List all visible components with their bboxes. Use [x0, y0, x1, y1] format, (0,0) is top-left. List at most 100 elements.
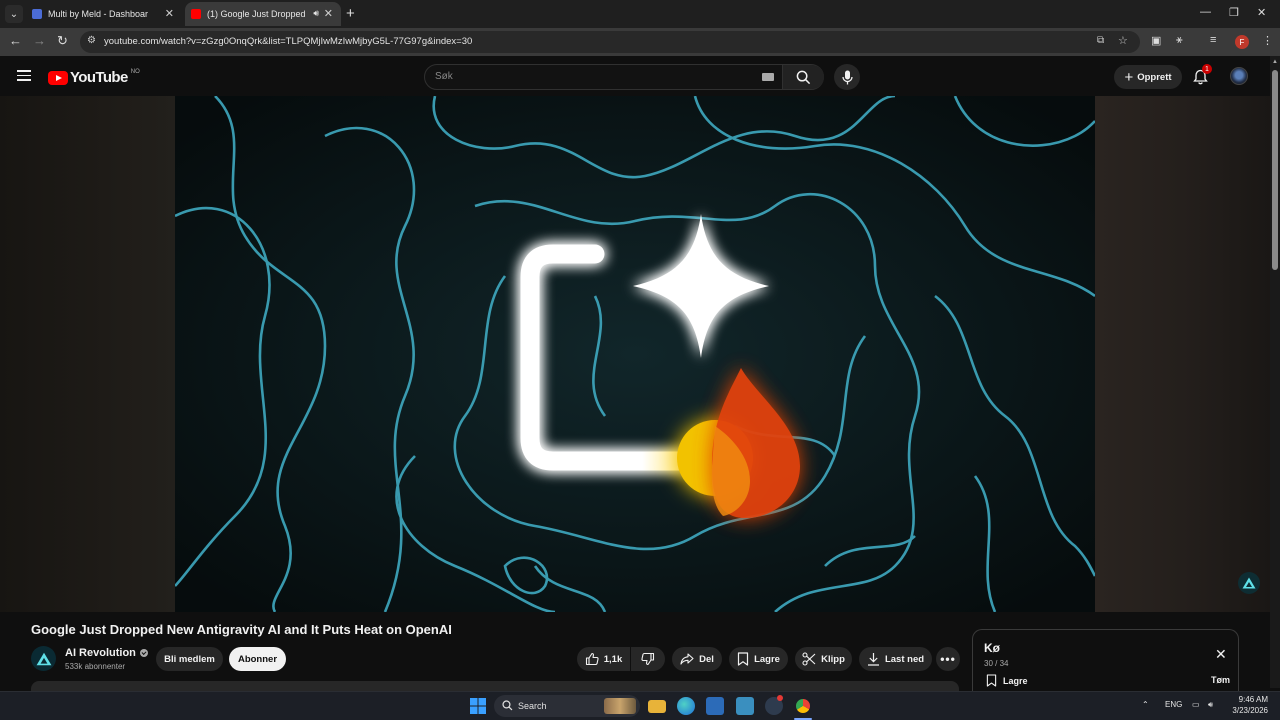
youtube-masthead: YouTube NO Søk + Opprett 1: [0, 56, 1270, 96]
tab-manager-icon[interactable]: ▣: [1151, 34, 1161, 47]
clip-button[interactable]: Klipp: [795, 647, 852, 671]
verified-badge-icon: [139, 649, 148, 657]
youtube-play-logo-icon: [48, 70, 68, 85]
chrome-browser-icon[interactable]: [794, 697, 812, 715]
file-explorer-icon[interactable]: [648, 700, 666, 713]
reload-icon[interactable]: ↻: [57, 33, 68, 49]
tab-youtube-video[interactable]: (1) Google Just Dropped Ne 🔊︎ ✕: [185, 2, 341, 26]
show-hidden-icons-icon[interactable]: ⌃: [1142, 700, 1149, 709]
bookmark-icon: [986, 674, 997, 687]
system-clock[interactable]: 9:46 AM 3/23/2026: [1226, 694, 1268, 716]
search-placeholder[interactable]: Søk: [435, 71, 453, 82]
hamburger-menu-icon[interactable]: [17, 70, 31, 81]
save-label: Lagre: [754, 653, 780, 665]
scrollbar-thumb[interactable]: [1272, 70, 1278, 270]
search-icon: [502, 700, 513, 711]
ai-revolution-logo-icon: [1242, 577, 1256, 589]
video-title: Google Just Dropped New Antigravity AI a…: [31, 622, 452, 637]
clock-date: 3/23/2026: [1232, 706, 1268, 715]
close-tab-icon[interactable]: ✕: [165, 7, 174, 20]
profile-avatar[interactable]: F: [1235, 35, 1249, 49]
close-queue-icon[interactable]: ✕: [1215, 646, 1227, 663]
restore-icon[interactable]: ❐: [1229, 6, 1239, 19]
player-ambient-left: [0, 96, 175, 612]
scissors-icon: [802, 652, 816, 666]
browser-tab-strip: ⌄ Multi by Meld - Dashboard. ✕ (1) Googl…: [0, 0, 1280, 28]
tab-title: Multi by Meld - Dashboard.: [48, 9, 148, 19]
search-icon: [796, 70, 811, 84]
search-box[interactable]: Søk: [424, 64, 824, 90]
language-indicator[interactable]: ENG: [1165, 700, 1182, 709]
logo-text: YouTube: [70, 69, 128, 86]
tab-multi-by-meld[interactable]: Multi by Meld - Dashboard. ✕: [26, 2, 182, 26]
bookmark-star-icon[interactable]: ☆: [1118, 34, 1128, 47]
meld-favicon-icon: [32, 9, 42, 19]
url-text[interactable]: youtube.com/watch?v=zGzg0OnqQrk&list=TLP…: [104, 36, 472, 47]
download-icon: [867, 653, 879, 666]
description-box[interactable]: [31, 681, 959, 691]
channel-name-text[interactable]: AI Revolution: [65, 647, 136, 659]
search-highlight-image: [604, 698, 636, 714]
plus-icon: +: [1124, 68, 1134, 86]
browser-toolbar: ← → ↻ ⚙ youtube.com/watch?v=zGzg0OnqQrk&…: [0, 28, 1280, 56]
taskbar-search[interactable]: Search: [494, 695, 640, 717]
video-player[interactable]: [175, 96, 1095, 612]
more-horizontal-icon: •••: [940, 652, 956, 666]
site-info-icon[interactable]: ⚙: [87, 35, 96, 46]
thumbs-up-icon: [585, 652, 599, 666]
search-button[interactable]: [783, 65, 824, 89]
new-tab-button[interactable]: +: [346, 5, 355, 22]
menu-kebab-icon[interactable]: ⋮: [1262, 34, 1273, 47]
app-window-icon[interactable]: [706, 697, 724, 715]
queue-title: Kø: [984, 641, 1000, 655]
thumbs-down-icon: [641, 652, 655, 666]
scroll-up-icon[interactable]: ▲: [1272, 59, 1278, 65]
player-ambient-right: [1095, 96, 1270, 612]
save-button[interactable]: Lagre: [729, 647, 788, 671]
channel-avatar[interactable]: [31, 646, 56, 671]
ai-revolution-logo-icon: [36, 652, 51, 665]
tab-search-button[interactable]: ⌄: [5, 5, 23, 23]
windows-start-icon[interactable]: [469, 697, 487, 715]
share-button[interactable]: Del: [672, 647, 722, 671]
download-button[interactable]: Last ned: [859, 647, 932, 671]
speaker-icon[interactable]: 🔊︎: [313, 8, 319, 19]
edge-browser-icon[interactable]: [677, 697, 695, 715]
voice-search-button[interactable]: [834, 64, 860, 90]
download-label: Last ned: [884, 653, 925, 665]
minimize-icon[interactable]: —: [1200, 6, 1211, 18]
bookmark-icon: [737, 652, 749, 666]
close-window-icon[interactable]: ✕: [1257, 6, 1266, 19]
create-label: Opprett: [1137, 71, 1172, 83]
app-notification-icon[interactable]: [765, 695, 783, 715]
queue-position: 30 / 34: [984, 659, 1009, 668]
dislike-button[interactable]: [631, 647, 665, 671]
more-actions-button[interactable]: •••: [936, 647, 960, 671]
volume-icon[interactable]: 🔊︎: [1208, 700, 1213, 710]
subscribe-label: Abonner: [237, 653, 278, 665]
account-avatar[interactable]: [1230, 67, 1248, 85]
join-button[interactable]: Bli medlem: [156, 647, 223, 671]
create-button[interactable]: + Opprett: [1114, 65, 1182, 89]
like-button[interactable]: 1,1k: [577, 647, 630, 671]
keyboard-icon[interactable]: [762, 73, 774, 81]
queue-clear-button[interactable]: Tøm: [1211, 675, 1230, 685]
snipping-tool-icon[interactable]: [736, 697, 754, 715]
extensions-icon[interactable]: ⚹: [1176, 34, 1183, 47]
channel-watermark-icon[interactable]: [1238, 572, 1260, 594]
back-icon[interactable]: ←: [9, 33, 22, 48]
subscribe-button[interactable]: Abonner: [229, 647, 286, 671]
country-code: NO: [130, 68, 140, 75]
tab-title: (1) Google Just Dropped Ne: [207, 9, 307, 19]
queue-save-button[interactable]: Lagre: [986, 674, 1028, 687]
page-scrollbar[interactable]: ▲: [1270, 56, 1280, 688]
address-bar[interactable]: ⚙ youtube.com/watch?v=zGzg0OnqQrk&list=T…: [80, 31, 1140, 53]
reading-list-icon[interactable]: ≡: [1210, 34, 1216, 46]
install-app-icon[interactable]: ⧉: [1097, 35, 1104, 46]
notifications-button[interactable]: 1: [1193, 64, 1212, 90]
forward-icon[interactable]: →: [33, 33, 46, 48]
channel-name[interactable]: AI Revolution: [65, 647, 148, 659]
youtube-logo[interactable]: YouTube NO: [48, 69, 140, 86]
close-tab-icon[interactable]: ✕: [324, 7, 333, 20]
network-icon[interactable]: ▭: [1192, 700, 1200, 709]
